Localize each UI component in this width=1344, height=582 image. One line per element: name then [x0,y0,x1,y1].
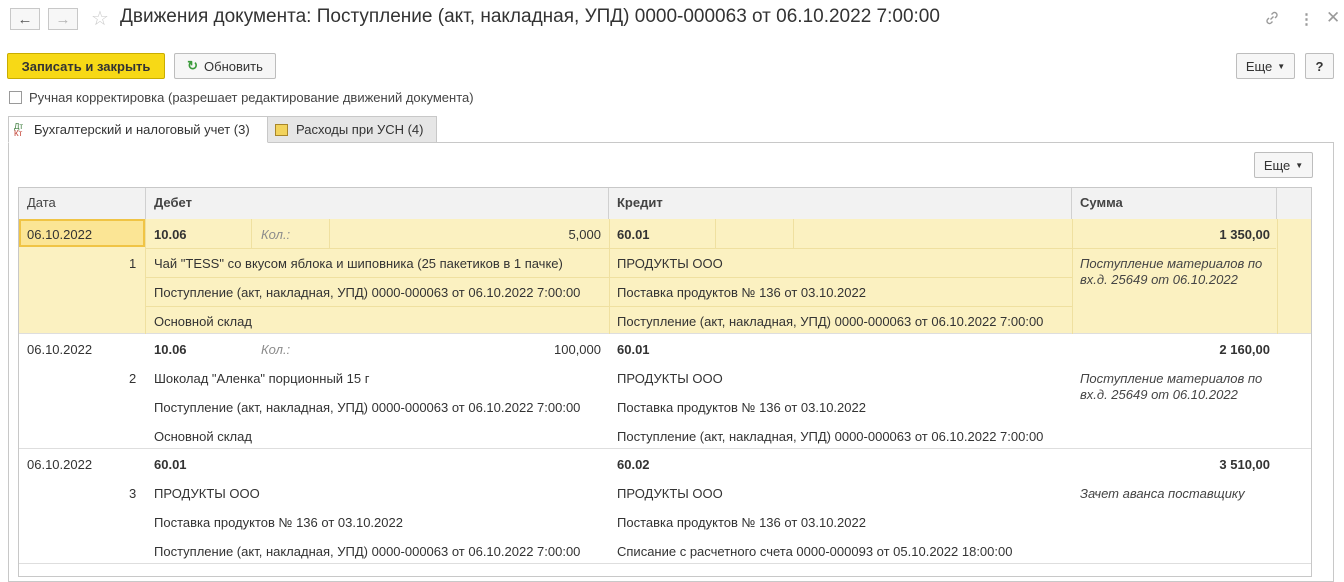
refresh-label: Обновить [204,58,263,74]
manual-adjust-label: Ручная корректировка (разрешает редактир… [29,90,474,105]
cell-amount: 3 510,00 [1219,457,1270,472]
table-row[interactable]: 06.10.2022 1 10.06 Кол.: 5,000 Чай "TESS… [19,219,1311,334]
help-button[interactable]: ? [1305,53,1334,79]
cell-debit-subconto-2: Поступление (акт, накладная, УПД) 0000-0… [154,285,581,300]
cell-debit-account: 10.06 [154,227,187,242]
panel-more-button[interactable]: Еще ▼ [1254,152,1313,178]
save-close-button[interactable]: Записать и закрыть [7,53,165,79]
cell-credit-subconto-1: ПРОДУКТЫ ООО [617,371,723,386]
more-vertical-icon[interactable]: ⋮ [1299,10,1314,28]
cell-debit-subconto-3: Основной склад [154,429,252,444]
cell-debit-subconto-2: Поступление (акт, накладная, УПД) 0000-0… [154,400,581,415]
cell-date: 06.10.2022 [27,342,93,357]
more-label: Еще [1245,58,1273,74]
cell-credit-subconto-1: ПРОДУКТЫ ООО [617,256,723,271]
cell-credit-subconto-3: Поступление (акт, накладная, УПД) 0000-0… [617,314,1044,329]
tab-usn-label: Расходы при УСН (4) [296,122,424,137]
refresh-button[interactable]: ↻ Обновить [174,53,276,79]
cell-qty-label: Кол.: [261,342,291,357]
cell-credit-account: 60.01 [617,342,650,357]
cell-content: Зачет аванса поставщику [1080,486,1245,501]
cell-credit-account: 60.01 [617,227,650,242]
more-button[interactable]: Еще ▼ [1236,53,1295,79]
cell-debit-qty: 100,000 [554,342,601,357]
cell-debit-qty: 5,000 [568,227,601,242]
tab-accounting[interactable]: Дт Кт Бухгалтерский и налоговый учет (3) [8,116,268,143]
chevron-down-icon: ▼ [1277,61,1286,71]
manual-adjust-checkbox[interactable] [9,91,22,104]
dt-kt-icon: Дт Кт [14,121,24,138]
cell-debit-subconto-3: Поступление (акт, накладная, УПД) 0000-0… [154,544,581,559]
link-icon[interactable] [1264,10,1280,30]
cell-debit-subconto-3: Основной склад [154,314,252,329]
cell-amount: 2 160,00 [1219,342,1270,357]
window-title: Движения документа: Поступление (акт, на… [120,6,940,27]
cell-row-number: 3 [129,486,137,501]
cell-credit-account: 60.02 [617,457,650,472]
refresh-icon: ↻ [187,58,199,73]
cell-debit-subconto-2: Поставка продуктов № 136 от 03.10.2022 [154,515,403,530]
chevron-down-icon: ▼ [1295,160,1304,170]
column-amount[interactable]: Сумма [1072,188,1277,219]
favorite-star-icon[interactable]: ☆ [91,6,109,31]
movements-table[interactable]: Дата Дебет Кредит Сумма 06.10.2022 1 10.… [18,187,1312,577]
cell-amount: 1 350,00 [1219,227,1270,242]
cell-debit-subconto-1: Чай "TESS" со вкусом яблока и шиповника … [154,256,563,271]
column-date[interactable]: Дата [19,188,146,219]
cell-debit-account: 10.06 [154,342,187,357]
column-credit[interactable]: Кредит [609,188,1072,219]
cell-credit-subconto-2: Поставка продуктов № 136 от 03.10.2022 [617,400,866,415]
arrow-left-icon: ← [17,10,33,28]
cell-credit-subconto-2: Поставка продуктов № 136 от 03.10.2022 [617,285,866,300]
table-row[interactable]: 06.10.2022 2 10.06 Кол.: 100,000 Шоколад… [19,334,1311,449]
cell-debit-account: 60.01 [154,457,187,472]
tab-usn-expenses[interactable]: Расходы при УСН (4) [267,116,437,143]
panel-more-label: Еще [1263,157,1291,173]
table-row[interactable]: 06.10.2022 3 60.01 ПРОДУКТЫ ООО Поставка… [19,449,1311,564]
cell-credit-subconto-3: Списание с расчетного счета 0000-000093 … [617,544,1013,559]
cell-row-number: 1 [129,256,137,271]
back-button[interactable]: ← [10,8,40,30]
cell-credit-subconto-1: ПРОДУКТЫ ООО [617,486,723,501]
cell-debit-subconto-1: Шоколад "Аленка" порционный 15 г [154,371,370,386]
cell-credit-subconto-3: Поступление (акт, накладная, УПД) 0000-0… [617,429,1044,444]
register-icon [275,123,288,136]
cell-debit-subconto-1: ПРОДУКТЫ ООО [154,486,260,501]
cell-credit-subconto-2: Поставка продуктов № 136 от 03.10.2022 [617,515,866,530]
cell-qty-label: Кол.: [261,227,291,242]
tab-accounting-label: Бухгалтерский и налоговый учет (3) [34,122,250,137]
table-header: Дата Дебет Кредит Сумма [19,188,1311,220]
cell-content: Поступление материалов по вх.д. 25649 от… [1080,256,1263,287]
arrow-right-icon: → [55,10,71,28]
cell-row-number: 2 [129,371,137,386]
cell-date: 06.10.2022 [27,457,93,472]
close-icon[interactable]: ✕ [1326,8,1340,28]
cell-date: 06.10.2022 [27,227,93,242]
column-debit[interactable]: Дебет [146,188,609,219]
cell-content: Поступление материалов по вх.д. 25649 от… [1080,371,1263,402]
forward-button[interactable]: → [48,8,78,30]
